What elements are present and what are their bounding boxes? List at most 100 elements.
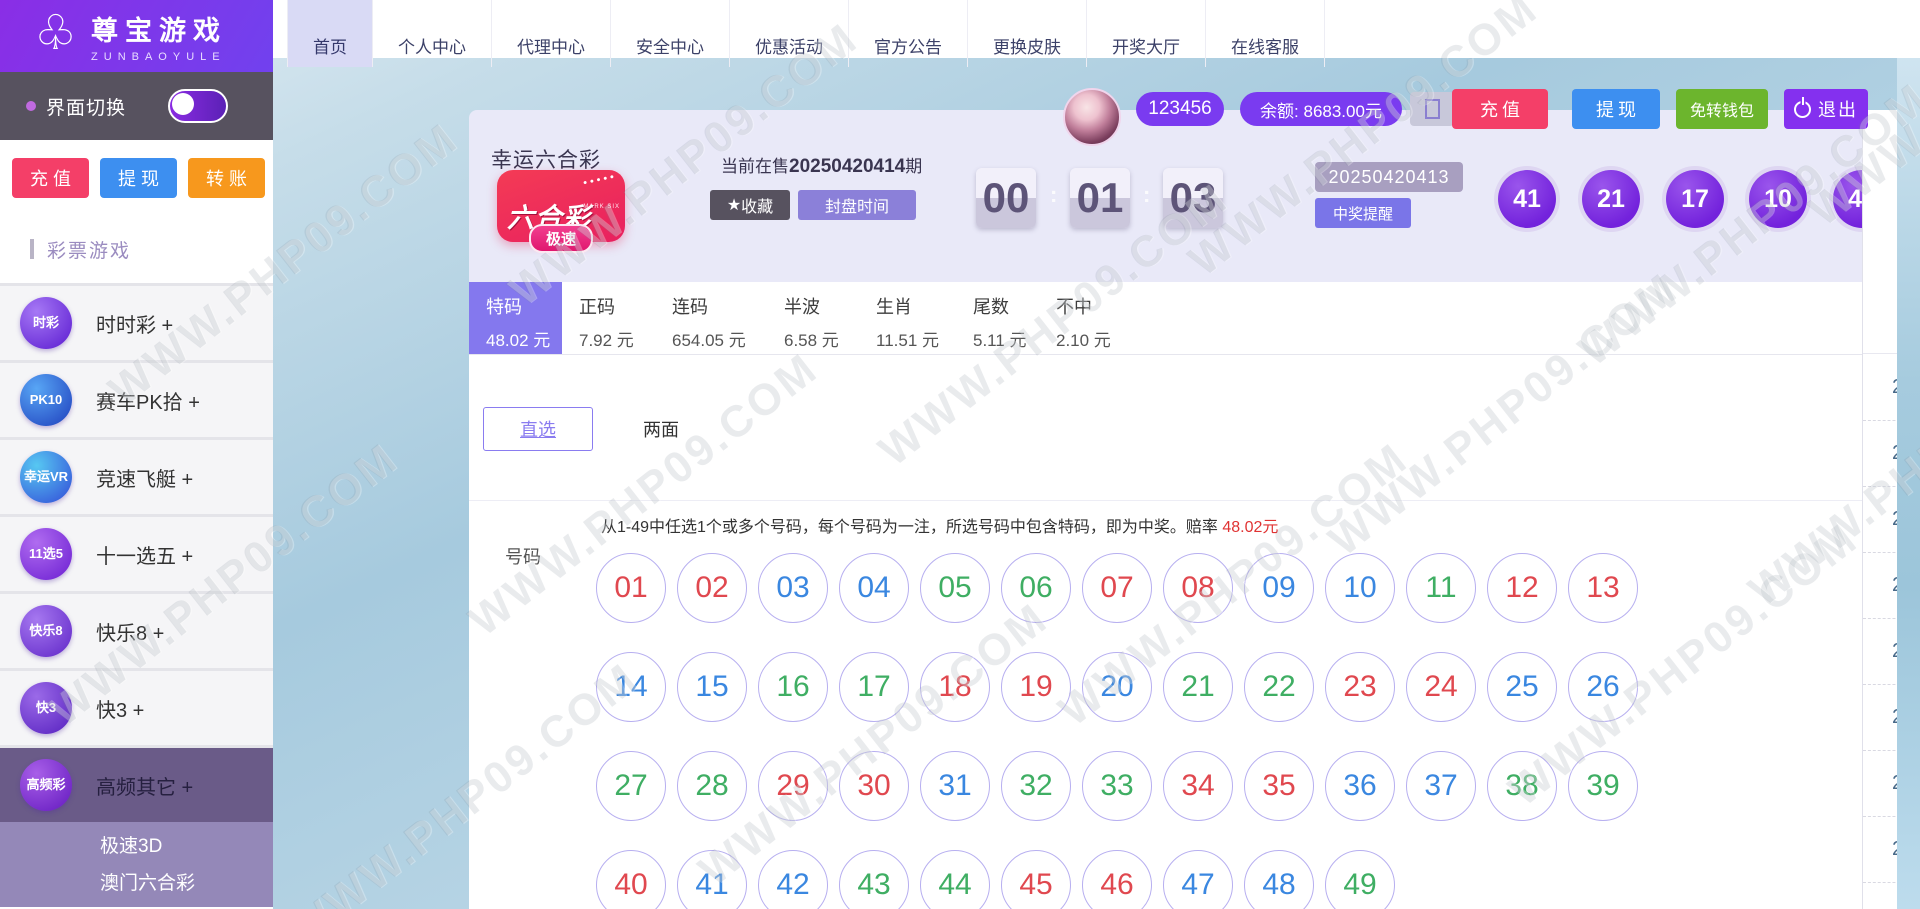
- nav-tab-home[interactable]: 首页: [287, 0, 372, 67]
- odds-tab-lianma[interactable]: 连码654.05 元: [655, 282, 767, 354]
- sidebar-item-shiyixuanwu[interactable]: 11选5十一选五 +: [0, 514, 273, 591]
- number-ball-36[interactable]: 36: [1325, 751, 1395, 821]
- number-ball-46[interactable]: 46: [1082, 850, 1152, 909]
- number-ball-30[interactable]: 30: [839, 751, 909, 821]
- withdraw-button[interactable]: 提现: [1572, 89, 1660, 129]
- nav-tab-security-center[interactable]: 安全中心: [610, 0, 729, 67]
- nav-tab-agent-center[interactable]: 代理中心: [491, 0, 610, 67]
- nav-tab-announcements[interactable]: 官方公告: [848, 0, 967, 67]
- number-ball-41[interactable]: 41: [677, 850, 747, 909]
- nav-tab-change-skin[interactable]: 更换皮肤: [967, 0, 1086, 67]
- number-ball-45[interactable]: 45: [1001, 850, 1071, 909]
- number-ball-04[interactable]: 04: [839, 553, 909, 623]
- number-ball-47[interactable]: 47: [1163, 850, 1233, 909]
- sidebar-item-feiting[interactable]: 幸运VR竞速飞艇 +: [0, 437, 273, 514]
- numbers-grid: 01020304050607080910111213 14151617181920…: [596, 553, 1638, 909]
- close-time-button[interactable]: 封盘时间: [798, 190, 916, 220]
- number-ball-12[interactable]: 12: [1487, 553, 1557, 623]
- number-ball-42[interactable]: 42: [758, 850, 828, 909]
- number-ball-29[interactable]: 29: [758, 751, 828, 821]
- number-ball-06[interactable]: 06: [1001, 553, 1071, 623]
- number-ball-49[interactable]: 49: [1325, 850, 1395, 909]
- number-ball-38[interactable]: 38: [1487, 751, 1557, 821]
- number-ball-08[interactable]: 08: [1163, 553, 1233, 623]
- number-ball-35[interactable]: 35: [1244, 751, 1314, 821]
- nav-tab-online-service[interactable]: 在线客服: [1205, 0, 1325, 67]
- number-ball-05[interactable]: 05: [920, 553, 990, 623]
- favorite-button[interactable]: ★收藏: [710, 190, 790, 220]
- subtab-two-sides[interactable]: 两面: [621, 407, 701, 451]
- number-ball-23[interactable]: 23: [1325, 652, 1395, 722]
- number-ball-22[interactable]: 22: [1244, 652, 1314, 722]
- number-ball-44[interactable]: 44: [920, 850, 990, 909]
- number-ball-07[interactable]: 07: [1082, 553, 1152, 623]
- sidebar-item-label: 快3 +: [96, 694, 144, 723]
- issue-unit: 期: [905, 157, 922, 176]
- number-ball-28[interactable]: 28: [677, 751, 747, 821]
- avatar[interactable]: [1063, 88, 1121, 146]
- nav-tab-promotions[interactable]: 优惠活动: [729, 0, 848, 67]
- number-ball-32[interactable]: 32: [1001, 751, 1071, 821]
- transfer-button[interactable]: 转账: [188, 158, 265, 198]
- number-ball-17[interactable]: 17: [839, 652, 909, 722]
- number-ball-03[interactable]: 03: [758, 553, 828, 623]
- number-ball-11[interactable]: 11: [1406, 553, 1476, 623]
- sidebar-item-kuaile8[interactable]: 快乐8快乐8 +: [0, 591, 273, 668]
- number-ball-20[interactable]: 20: [1082, 652, 1152, 722]
- number-ball-10[interactable]: 10: [1325, 553, 1395, 623]
- odds-tab-label: 正码: [579, 293, 655, 319]
- number-ball-34[interactable]: 34: [1163, 751, 1233, 821]
- balance-badge: 余额: 8683.00元: [1240, 92, 1402, 126]
- number-ball-21[interactable]: 21: [1163, 652, 1233, 722]
- number-ball-01[interactable]: 01: [596, 553, 666, 623]
- odds-tab-tema[interactable]: 特码48.02 元: [469, 282, 562, 354]
- number-ball-26[interactable]: 26: [1568, 652, 1638, 722]
- last-issue-badge: 20250420413: [1315, 162, 1463, 192]
- number-ball-40[interactable]: 40: [596, 850, 666, 909]
- logout-button[interactable]: 退出: [1784, 89, 1868, 129]
- nav-tab-personal-center[interactable]: 个人中心: [372, 0, 491, 67]
- number-ball-14[interactable]: 14: [596, 652, 666, 722]
- nav-tab-draw-hall[interactable]: 开奖大厅: [1086, 0, 1205, 67]
- number-ball-43[interactable]: 43: [839, 850, 909, 909]
- odds-tab-weishu[interactable]: 尾数5.11 元: [956, 282, 1039, 354]
- bet-content: 直选 两面 从1-49中任选1个或多个号码，每个号码为一注，所选号码中包含特码，…: [469, 355, 1862, 909]
- number-ball-48[interactable]: 48: [1244, 850, 1314, 909]
- top-nav: 首页个人中心代理中心安全中心优惠活动官方公告更换皮肤开奖大厅在线客服: [273, 0, 1920, 58]
- sidebar-item-pk10[interactable]: PK10赛车PK拾 +: [0, 360, 273, 437]
- sidebar-item-kuai3[interactable]: 快3快3 +: [0, 668, 273, 745]
- number-ball-37[interactable]: 37: [1406, 751, 1476, 821]
- submenu-item-aomenliuhecai[interactable]: 澳门六合彩: [0, 865, 273, 902]
- subtab-straight-pick[interactable]: 直选: [483, 407, 593, 451]
- number-ball-25[interactable]: 25: [1487, 652, 1557, 722]
- number-ball-09[interactable]: 09: [1244, 553, 1314, 623]
- number-ball-02[interactable]: 02: [677, 553, 747, 623]
- win-notice-button[interactable]: 中奖提醒: [1315, 198, 1411, 228]
- number-ball-13[interactable]: 13: [1568, 553, 1638, 623]
- number-ball-18[interactable]: 18: [920, 652, 990, 722]
- pk10-icon: PK10: [20, 374, 72, 426]
- number-ball-33[interactable]: 33: [1082, 751, 1152, 821]
- recharge-button[interactable]: 充值: [12, 158, 89, 198]
- refresh-icon: [1425, 99, 1440, 119]
- number-ball-27[interactable]: 27: [596, 751, 666, 821]
- odds-tab-shengxiao[interactable]: 生肖11.51 元: [859, 282, 956, 354]
- withdraw-button[interactable]: 提现: [100, 158, 177, 198]
- number-ball-24[interactable]: 24: [1406, 652, 1476, 722]
- number-ball-15[interactable]: 15: [677, 652, 747, 722]
- number-ball-16[interactable]: 16: [758, 652, 828, 722]
- odds-tab-banbo[interactable]: 半波6.58 元: [767, 282, 859, 354]
- submenu-item-jisu3d[interactable]: 极速3D: [0, 828, 273, 865]
- free-wallet-button[interactable]: 免转钱包: [1676, 89, 1768, 129]
- ui-toggle-switch[interactable]: [168, 89, 228, 123]
- number-ball-39[interactable]: 39: [1568, 751, 1638, 821]
- sidebar-item-gaopin[interactable]: 高频彩高频其它 +: [0, 745, 273, 822]
- odds-tab-buzhong[interactable]: 不中2.10 元: [1039, 282, 1131, 354]
- sidebar-item-shishicai[interactable]: 时彩时时彩 +: [0, 283, 273, 360]
- numbers-row: 14151617181920212223242526: [596, 652, 1638, 722]
- number-ball-19[interactable]: 19: [1001, 652, 1071, 722]
- odds-tab-zhengma[interactable]: 正码7.92 元: [562, 282, 655, 354]
- number-ball-31[interactable]: 31: [920, 751, 990, 821]
- recharge-button[interactable]: 充值: [1452, 89, 1548, 129]
- refresh-balance-button[interactable]: [1410, 92, 1454, 126]
